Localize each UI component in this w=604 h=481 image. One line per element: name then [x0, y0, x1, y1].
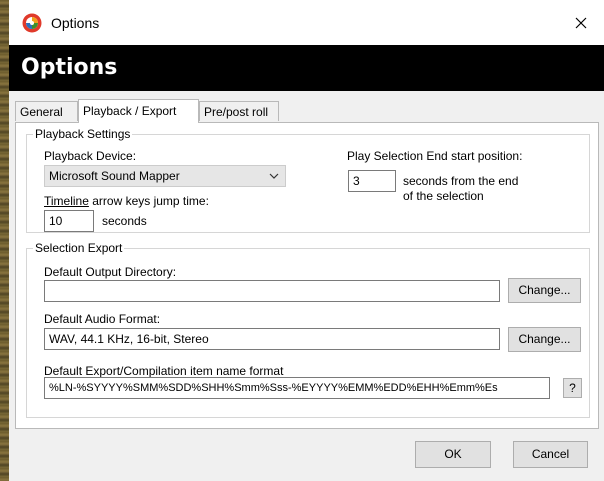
change-output-directory-button[interactable]: Change... — [508, 278, 581, 303]
cancel-button[interactable]: Cancel — [513, 441, 588, 468]
arrow-jump-label-underlined: Timeline — [44, 194, 89, 208]
app-logo-icon — [22, 13, 42, 33]
end-start-suffix-line2: of the selection — [403, 189, 484, 203]
title-bar: Options — [9, 0, 604, 45]
group-title: Playback Settings — [35, 127, 131, 141]
arrow-jump-time-value: 10 — [49, 214, 63, 228]
button-label: ? — [569, 381, 576, 395]
end-start-input[interactable]: 3 — [348, 170, 396, 192]
name-format-label: Default Export/Compilation item name for… — [44, 364, 284, 378]
output-directory-label: Default Output Directory: — [44, 265, 177, 279]
tab-label: Playback / Export — [83, 104, 177, 118]
name-format-help-button[interactable]: ? — [563, 378, 582, 398]
group-title: Selection Export — [35, 241, 123, 255]
button-label: OK — [444, 447, 462, 461]
tab-label: Pre/post roll — [204, 105, 269, 119]
audio-format-value: WAV, 44.1 KHz, 16-bit, Stereo — [49, 332, 209, 346]
tab-playback-export[interactable]: Playback / Export — [78, 99, 199, 123]
name-format-input[interactable]: %LN-%SYYYY%SMM%SDD%SHH%Smm%Sss-%EYYYY%EM… — [44, 377, 550, 399]
output-directory-input[interactable] — [44, 280, 500, 302]
tab-pre-post-roll[interactable]: Pre/post roll — [199, 101, 279, 121]
arrow-jump-label: Timeline arrow keys jump time: — [44, 194, 209, 208]
playback-device-select[interactable]: Microsoft Sound Mapper — [44, 165, 286, 187]
name-format-value: %LN-%SYYYY%SMM%SDD%SHH%Smm%Sss-%EYYYY%EM… — [49, 382, 498, 394]
playback-device-value: Microsoft Sound Mapper — [49, 169, 180, 183]
arrow-jump-time-input[interactable]: 10 — [44, 210, 94, 232]
tab-panel-playback-export: Playback Settings Playback Device: Micro… — [15, 122, 599, 429]
options-dialog: Options Options General Playback / Expor… — [9, 0, 604, 481]
close-icon — [575, 17, 587, 28]
button-label: Change... — [518, 283, 571, 297]
tab-label: General — [20, 105, 63, 119]
button-label: Cancel — [531, 447, 570, 461]
end-start-suffix-line1: seconds from the end — [403, 174, 519, 188]
audio-format-input[interactable]: WAV, 44.1 KHz, 16-bit, Stereo — [44, 328, 500, 350]
header-banner: Options — [9, 45, 604, 91]
close-button[interactable] — [558, 0, 604, 45]
tab-general[interactable]: General — [15, 101, 78, 121]
arrow-jump-unit: seconds — [102, 214, 147, 228]
chevron-down-icon — [269, 173, 279, 179]
button-label: Change... — [518, 332, 571, 346]
playback-device-label: Playback Device: — [44, 149, 137, 163]
background-window-edge — [0, 0, 9, 481]
end-start-value: 3 — [353, 174, 360, 188]
audio-format-label: Default Audio Format: — [44, 312, 161, 326]
ok-button[interactable]: OK — [415, 441, 491, 468]
window-title: Options — [51, 15, 100, 31]
header-title: Options — [21, 55, 118, 80]
arrow-jump-label-rest: arrow keys jump time: — [88, 194, 209, 208]
end-start-label: Play Selection End start position: — [347, 149, 523, 163]
change-audio-format-button[interactable]: Change... — [508, 327, 581, 352]
